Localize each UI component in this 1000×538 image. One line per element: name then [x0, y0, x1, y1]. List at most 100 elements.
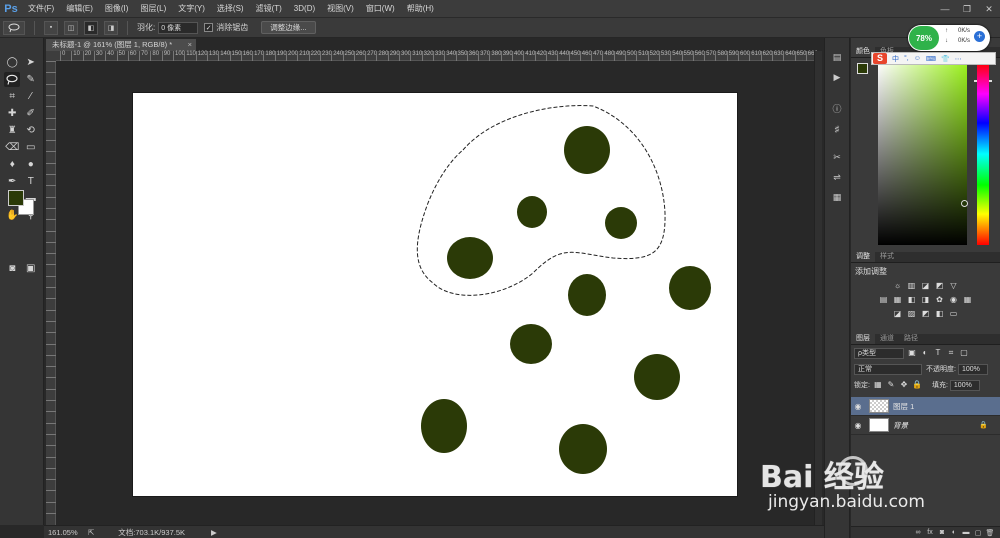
tab-layers[interactable]: 图层	[851, 334, 875, 344]
blend-mode-select[interactable]: 正常	[854, 363, 922, 375]
zoom-level[interactable]: 161.05%	[44, 528, 84, 537]
add-to-selection-icon[interactable]: ◫	[64, 20, 78, 35]
plus-icon[interactable]: +	[974, 31, 985, 42]
lock-all-icon[interactable]: 🔒	[912, 380, 922, 390]
ime-chinese-mode[interactable]: 中	[892, 54, 899, 64]
new-layer-icon[interactable]: ▢	[972, 529, 984, 537]
marquee-tool-icon[interactable]: ◯	[4, 55, 20, 70]
menu-layer[interactable]: 图层(L)	[134, 0, 172, 18]
close-icon[interactable]: ×	[188, 39, 192, 51]
layer-name[interactable]: 背景	[893, 420, 908, 431]
pen-tool-icon[interactable]: ✒	[4, 174, 20, 189]
fill-input[interactable]: 100%	[949, 379, 980, 391]
selective-color-icon[interactable]: ◧	[935, 309, 945, 319]
hue-slider-handle[interactable]	[974, 80, 992, 82]
history-brush-tool-icon[interactable]: ⟲	[23, 123, 39, 138]
lasso-preset-picker[interactable]	[3, 20, 25, 35]
color-field[interactable]	[878, 63, 967, 245]
visibility-eye-icon[interactable]: ◉	[851, 402, 865, 411]
foreground-color-swatch[interactable]	[8, 190, 24, 206]
layer-row[interactable]: ◉ 背景 🔒	[851, 416, 1000, 435]
filter-type-icon[interactable]: T	[933, 348, 943, 358]
color-picker-marker[interactable]	[961, 200, 968, 207]
type-tool-icon[interactable]: T	[23, 174, 39, 189]
invert-icon[interactable]: ◪	[893, 309, 903, 319]
levels-icon[interactable]: ▥	[907, 281, 917, 291]
clone-stamp-tool-icon[interactable]: ♜	[4, 123, 20, 138]
character-panel-icon[interactable]: ✂	[828, 150, 846, 164]
gradient-tool-icon[interactable]: ▭	[23, 140, 39, 155]
photo-filter-icon[interactable]: ✿	[935, 295, 945, 305]
visibility-eye-icon[interactable]: ◉	[851, 421, 865, 430]
magic-wand-tool-icon[interactable]: ✎	[23, 72, 39, 87]
lock-transparent-icon[interactable]: ▦	[873, 380, 883, 390]
hue-slider[interactable]	[977, 63, 989, 245]
healing-brush-tool-icon[interactable]: ✚	[4, 106, 20, 121]
color-balance-icon[interactable]: ◧	[907, 295, 917, 305]
subtract-selection-icon[interactable]: ◧	[84, 20, 98, 35]
lock-position-icon[interactable]: ✥	[899, 380, 909, 390]
filter-adjustment-icon[interactable]: ◐	[920, 348, 930, 358]
menu-help[interactable]: 帮助(H)	[401, 0, 440, 18]
menu-file[interactable]: 文件(F)	[22, 0, 60, 18]
history-panel-icon[interactable]: ▤	[828, 50, 846, 64]
minimize-button[interactable]: —	[934, 0, 956, 18]
more-icon[interactable]: ⋯	[955, 55, 962, 63]
tab-paths[interactable]: 路径	[899, 334, 923, 344]
keyboard-icon[interactable]: ⌨	[926, 55, 936, 63]
exposure-icon[interactable]: ◩	[935, 281, 945, 291]
menu-3d[interactable]: 3D(D)	[288, 0, 321, 18]
threshold-icon[interactable]: ◩	[921, 309, 931, 319]
new-adjustment-icon[interactable]: ◐	[948, 529, 960, 536]
info-panel-icon[interactable]: ⓘ	[828, 102, 846, 116]
brightness-icon[interactable]: ☼	[893, 281, 903, 291]
filter-pixel-icon[interactable]: ▣	[907, 348, 917, 358]
brushes-panel-icon[interactable]: ♯	[828, 122, 846, 136]
menu-image[interactable]: 图像(I)	[99, 0, 135, 18]
close-button[interactable]: ✕	[978, 0, 1000, 18]
layer-style-icon[interactable]: fx	[924, 529, 936, 536]
brush-tool-icon[interactable]: ✐	[23, 106, 39, 121]
lasso-tool-icon[interactable]	[4, 72, 21, 87]
gradient-map-icon[interactable]: ▭	[949, 309, 959, 319]
link-layers-icon[interactable]: ∞	[912, 529, 924, 536]
dodge-tool-icon[interactable]: ●	[23, 157, 39, 172]
vertical-ruler[interactable]	[46, 51, 56, 525]
ruler-origin[interactable]	[46, 51, 56, 61]
status-menu-arrow[interactable]: ▶	[211, 528, 217, 537]
restore-button[interactable]: ❐	[956, 0, 978, 18]
curves-icon[interactable]: ◪	[921, 281, 931, 291]
black-white-icon[interactable]: ◨	[921, 295, 931, 305]
color-lookup-icon[interactable]: ▦	[963, 295, 973, 305]
opacity-input[interactable]: 100%	[957, 363, 988, 375]
blur-tool-icon[interactable]: ♦	[4, 157, 20, 172]
layer-row[interactable]: ◉ 图层 1	[851, 397, 1000, 416]
screen-mode-icon[interactable]: ▣	[23, 261, 39, 276]
lock-pixels-icon[interactable]: ✎	[886, 380, 896, 390]
channel-mixer-icon[interactable]: ◉	[949, 295, 959, 305]
document-tab[interactable]: 未标题-1 @ 161% (图层 1, RGB/8) * ×	[46, 39, 196, 51]
refine-edge-button[interactable]: 调整边缘...	[261, 21, 316, 34]
layer-name[interactable]: 图层 1	[893, 401, 914, 412]
memory-usage-badge[interactable]: 78%	[909, 26, 939, 50]
tab-styles[interactable]: 样式	[875, 252, 899, 262]
properties-panel-icon[interactable]: ▦	[828, 190, 846, 204]
paragraph-panel-icon[interactable]: ⇌	[828, 170, 846, 184]
actions-panel-icon[interactable]: ▶	[828, 70, 846, 84]
quick-mask-icon[interactable]: ◙	[4, 261, 20, 276]
emoji-icon[interactable]: ☺	[914, 55, 921, 62]
delete-layer-icon[interactable]: 🗑	[984, 529, 996, 537]
vibrance-icon[interactable]: ▤	[879, 295, 889, 305]
filter-shape-icon[interactable]: ⌗	[946, 348, 956, 358]
tab-channels[interactable]: 通道	[875, 334, 899, 344]
menu-type[interactable]: 文字(Y)	[172, 0, 211, 18]
horizontal-ruler[interactable]: 0 10 20 30 40 50 60 70 80 90 100 110 120 130 140 150 160…	[56, 51, 818, 61]
move-tool-icon[interactable]: ➤	[23, 55, 39, 70]
crop-tool-icon[interactable]: ⌗	[4, 89, 20, 104]
skin-icon[interactable]: 👕	[941, 55, 950, 63]
hue-saturation-icon[interactable]: ▦	[893, 295, 903, 305]
feather-input[interactable]	[158, 21, 199, 34]
panel-foreground-swatch[interactable]	[857, 63, 868, 74]
layer-filter-select[interactable]: ρ类型	[854, 347, 904, 359]
menu-window[interactable]: 窗口(W)	[360, 0, 401, 18]
